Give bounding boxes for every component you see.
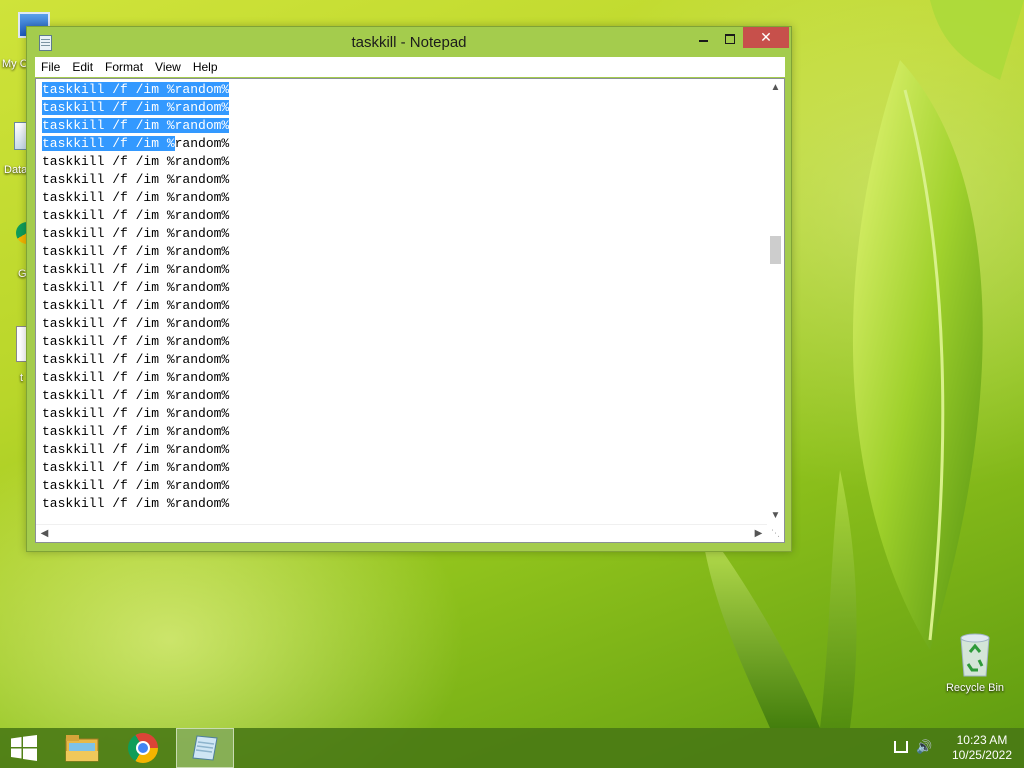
close-icon: ✕: [760, 29, 772, 45]
text-line[interactable]: taskkill /f /im %random%: [42, 477, 767, 495]
text-line[interactable]: taskkill /f /im %random%: [42, 81, 767, 99]
scroll-down-icon[interactable]: ▼: [767, 507, 784, 524]
desktop-icon-label: My C: [2, 58, 28, 70]
menu-edit[interactable]: Edit: [66, 57, 99, 77]
text-line[interactable]: taskkill /f /im %random%: [42, 387, 767, 405]
text-editor[interactable]: taskkill /f /im %random% taskkill /f /im …: [35, 78, 785, 543]
clock-time: 10:23 AM: [956, 733, 1008, 747]
menu-format[interactable]: Format: [99, 57, 149, 77]
text-content[interactable]: taskkill /f /im %random% taskkill /f /im …: [42, 81, 767, 521]
text-line[interactable]: taskkill /f /im %random%: [42, 333, 767, 351]
chrome-icon: [128, 733, 158, 763]
desktop-icon-label: Data: [4, 164, 28, 176]
window-title: taskkill - Notepad: [351, 34, 467, 51]
clock-date: 10/25/2022: [951, 748, 1012, 762]
menu-file[interactable]: File: [35, 57, 66, 77]
text-line[interactable]: taskkill /f /im %random%: [42, 279, 767, 297]
network-icon[interactable]: [894, 741, 908, 753]
text-line[interactable]: taskkill /f /im %random%: [42, 243, 767, 261]
text-line[interactable]: taskkill /f /im %random%: [42, 423, 767, 441]
text-line[interactable]: taskkill /f /im %random%: [42, 171, 767, 189]
taskbar-file-explorer[interactable]: [56, 728, 108, 768]
notepad-icon: [192, 735, 218, 761]
menu-bar: File Edit Format View Help: [35, 57, 785, 77]
title-bar[interactable]: taskkill - Notepad ✕: [27, 27, 791, 57]
taskbar: 🔊 10:23 AM 10/25/2022: [0, 728, 1024, 768]
maximize-icon: [725, 33, 735, 44]
clock[interactable]: 10:23 AM 10/25/2022: [952, 733, 1012, 763]
recycle-bin-icon: [960, 633, 990, 677]
maximize-button[interactable]: [717, 27, 743, 48]
text-line[interactable]: taskkill /f /im %random%: [42, 405, 767, 423]
text-line[interactable]: taskkill /f /im %random%: [42, 459, 767, 477]
text-line[interactable]: taskkill /f /im %random%: [42, 495, 767, 513]
minimize-button[interactable]: [689, 27, 717, 48]
notepad-window[interactable]: taskkill - Notepad ✕ File Edit Format View H…: [26, 26, 792, 552]
text-line[interactable]: taskkill /f /im %random%: [42, 225, 767, 243]
minimize-icon: [698, 39, 708, 42]
resize-grip-icon[interactable]: ⋱: [767, 525, 784, 542]
menu-help[interactable]: Help: [187, 57, 224, 77]
windows-logo-icon: [11, 735, 37, 761]
text-line[interactable]: taskkill /f /im %random%: [42, 369, 767, 387]
close-button[interactable]: ✕: [743, 27, 789, 48]
scroll-thumb[interactable]: [770, 236, 781, 264]
volume-icon[interactable]: 🔊: [916, 739, 932, 755]
text-line[interactable]: taskkill /f /im %random%: [42, 315, 767, 333]
scroll-up-icon[interactable]: ▲: [767, 79, 784, 96]
menu-view[interactable]: View: [149, 57, 187, 77]
recycle-bin-label: Recycle Bin: [945, 682, 1005, 694]
text-line[interactable]: taskkill /f /im %random%: [42, 117, 767, 135]
scroll-left-icon[interactable]: ◀: [36, 525, 53, 542]
text-line[interactable]: taskkill /f /im %random%: [42, 261, 767, 279]
text-line[interactable]: taskkill /f /im %random%: [42, 189, 767, 207]
text-line[interactable]: taskkill /f /im %random%: [42, 135, 767, 153]
text-line[interactable]: taskkill /f /im %random%: [42, 351, 767, 369]
taskbar-notepad[interactable]: [176, 728, 234, 768]
desktop-icon-label: t: [20, 372, 24, 384]
vertical-scrollbar[interactable]: ▲ ▼: [767, 79, 784, 524]
text-line[interactable]: taskkill /f /im %random%: [42, 207, 767, 225]
folder-icon: [65, 735, 99, 762]
taskbar-chrome[interactable]: [116, 728, 170, 768]
system-tray: 🔊 10:23 AM 10/25/2022: [894, 728, 1024, 768]
start-button[interactable]: [0, 728, 48, 768]
text-line[interactable]: taskkill /f /im %random%: [42, 297, 767, 315]
horizontal-scrollbar[interactable]: ◀ ▶: [36, 524, 767, 542]
desktop-icon-recycle-bin[interactable]: Recycle Bin: [940, 630, 1010, 698]
text-line[interactable]: taskkill /f /im %random%: [42, 441, 767, 459]
scroll-right-icon[interactable]: ▶: [750, 525, 767, 542]
text-line[interactable]: taskkill /f /im %random%: [42, 153, 767, 171]
text-line[interactable]: taskkill /f /im %random%: [42, 99, 767, 117]
